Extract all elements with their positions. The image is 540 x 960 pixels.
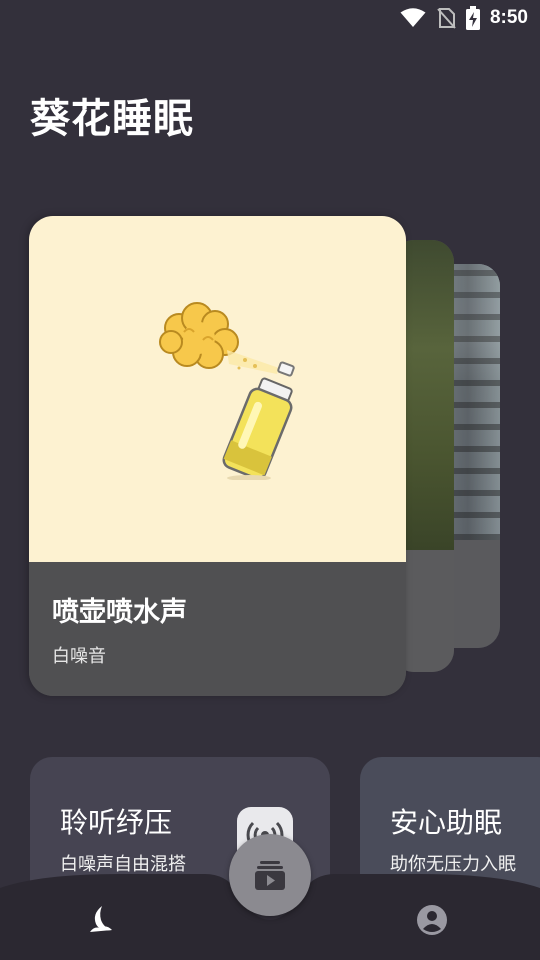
feature-title: 聆听纾压 xyxy=(60,806,173,839)
player-icon xyxy=(255,861,285,890)
card-artwork xyxy=(29,216,406,562)
feature-title: 安心助眠 xyxy=(390,806,503,839)
user-icon[interactable] xyxy=(416,904,448,936)
sound-title: 喷壶喷水声 xyxy=(52,597,187,628)
no-sim-icon xyxy=(437,8,456,29)
spray-can-icon xyxy=(159,302,295,480)
featured-sound-card[interactable]: 喷壶喷水声 白噪音 xyxy=(29,216,406,696)
card-info: 喷壶喷水声 白噪音 xyxy=(29,562,406,696)
wifi-icon xyxy=(400,8,426,27)
status-time: 8:50 xyxy=(489,7,528,28)
moon-icon[interactable] xyxy=(88,904,122,934)
feature-description: 白噪声自由混搭 xyxy=(60,854,186,875)
feature-description: 助你无压力入眠 xyxy=(390,854,516,875)
status-icons: 8:50 xyxy=(400,6,528,30)
status-bar: 8:50 xyxy=(0,0,540,36)
sound-category: 白噪音 xyxy=(52,646,106,667)
player-button[interactable] xyxy=(229,834,311,916)
page-title: 葵花睡眠 xyxy=(30,96,194,142)
battery-charging-icon xyxy=(465,6,480,30)
